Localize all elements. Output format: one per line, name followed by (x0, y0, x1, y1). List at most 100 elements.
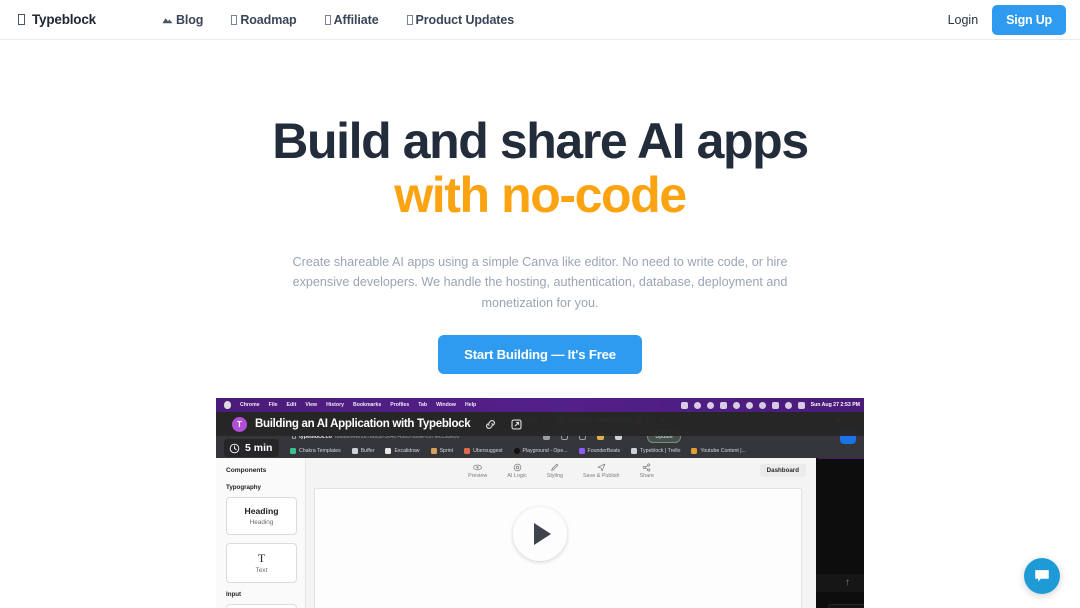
control-center-icon (798, 402, 805, 409)
toolbar-preview[interactable]: Preview (468, 463, 487, 479)
apple-logo-icon (224, 401, 231, 409)
nav-item-affiliate-label: Affiliate (334, 13, 379, 27)
component-card-subtitle: Heading (231, 519, 292, 526)
volume-icon (733, 402, 740, 409)
bookmark-label: Youtube Content |... (700, 448, 746, 454)
macos-menu-chrome: Chrome (240, 402, 260, 408)
bookmark-item[interactable]: Youtube Content |... (691, 448, 746, 454)
bookmark-item[interactable]: Typeblock | Trello (631, 448, 680, 454)
nav-item-roadmap[interactable]: Roadmap (217, 13, 310, 27)
nav-actions: Login Sign Up (948, 0, 1066, 40)
share-icon (642, 463, 651, 472)
macos-menu-edit: Edit (287, 402, 297, 408)
clock-status-icon (759, 402, 766, 409)
play-button[interactable] (513, 507, 567, 561)
headline-line-2: with no-code (0, 168, 1080, 222)
bookmark-label: Typeblock | Trello (640, 448, 680, 454)
nav-item-product-updates-label: Product Updates (416, 13, 515, 27)
text-tool-icon: T (231, 552, 292, 564)
sidebar-section-input: Input (226, 591, 297, 598)
macos-menu-file: File (269, 402, 278, 408)
brand-name: Typeblock (32, 12, 96, 27)
app-toolbar: Preview AI Logic (306, 458, 816, 484)
macos-menu-view: View (305, 402, 317, 408)
bookmark-item[interactable]: FounderBeats (579, 448, 621, 454)
avatar: T (232, 417, 247, 432)
brand-logo-icon (18, 14, 25, 25)
open-external-icon[interactable] (510, 418, 523, 431)
signup-button[interactable]: Sign Up (992, 5, 1066, 35)
bookmark-label: Buffer (361, 448, 375, 454)
start-building-button[interactable]: Start Building — It's Free (438, 335, 642, 374)
macos-menu-bookmarks: Bookmarks (353, 402, 381, 408)
clock-icon (229, 443, 240, 454)
screen-record-icon (681, 402, 688, 409)
headline-line-1: Build and share AI apps (272, 113, 808, 169)
sidebar-section-typography: Typography (226, 484, 297, 491)
nav-item-blog-label: Blog (176, 13, 203, 27)
link-icon[interactable] (484, 418, 497, 431)
bookmark-label: Sprint (440, 448, 454, 454)
bookmark-item[interactable]: Excalidraw (385, 448, 419, 454)
gear-icon (513, 463, 522, 472)
video-title: Building an AI Application with Typebloc… (255, 418, 470, 430)
cta-container: Start Building — It's Free (0, 335, 1080, 374)
favicon-icon (352, 448, 358, 454)
bookmark-label: Playground - Ope... (523, 448, 568, 454)
bookmark-item[interactable]: Playground - Ope... (514, 448, 568, 454)
bookmark-item[interactable]: Chakra Templates (290, 448, 341, 454)
bookmark-item[interactable]: Sprint (431, 448, 454, 454)
toolbar-ai-logic[interactable]: AI Logic (507, 463, 526, 479)
spotlight-search-icon (785, 402, 792, 409)
toolbar-save-publish[interactable]: Save & Publish (583, 463, 620, 479)
chat-bubble-icon (1033, 567, 1051, 585)
nav-item-affiliate[interactable]: Affiliate (311, 13, 393, 27)
favicon-icon (290, 448, 296, 454)
demo-video-player[interactable]: Chrome File Edit View History Bookmarks … (216, 398, 864, 608)
macos-menu-tab: Tab (418, 402, 427, 408)
login-link[interactable]: Login (948, 13, 979, 27)
favicon-icon (385, 448, 391, 454)
macos-menus: Chrome File Edit View History Bookmarks … (224, 401, 476, 409)
toolbar-styling-label: Styling (547, 473, 563, 479)
toolbar-preview-label: Preview (468, 473, 487, 479)
favicon-icon (579, 448, 585, 454)
page-title: Build and share AI apps with no-code (0, 114, 1080, 222)
brand-logo[interactable]: Typeblock (18, 12, 96, 27)
image-icon (162, 15, 173, 25)
arrow-up-icon[interactable]: ↑ (845, 577, 850, 588)
video-duration-badge: 5 min (224, 439, 279, 457)
keyboard-icon (720, 402, 727, 409)
battery-icon (772, 402, 779, 409)
bookmark-label: Excalidraw (394, 448, 419, 454)
brush-icon (550, 463, 559, 472)
glyph-box-icon (325, 15, 331, 25)
glyph-box-icon (231, 15, 237, 25)
toolbar-ai-logic-label: AI Logic (507, 473, 526, 479)
bookmark-item[interactable]: Ubersuggest (464, 448, 502, 454)
favicon-icon (464, 448, 470, 454)
nav-item-product-updates[interactable]: Product Updates (393, 13, 529, 27)
toolbar-styling[interactable]: Styling (547, 463, 563, 479)
video-actions (484, 418, 523, 431)
chat-support-button[interactable] (1024, 558, 1060, 594)
component-card-heading[interactable]: Heading Heading (226, 497, 297, 535)
bookmark-item[interactable]: Buffer (352, 448, 375, 454)
bookmark-label: FounderBeats (588, 448, 621, 454)
video-duration-label: 5 min (245, 442, 272, 454)
bluetooth-icon (694, 402, 701, 409)
macos-menu-profiles: Profiles (390, 402, 409, 408)
editor-toolbar-row (816, 574, 864, 592)
nav-links: Blog Roadmap Affiliate Product Updates (148, 13, 528, 27)
dropbox-icon (707, 402, 714, 409)
nav-item-blog[interactable]: Blog (148, 13, 217, 27)
sidebar-title: Components (226, 467, 297, 474)
component-card-input[interactable] (226, 604, 297, 608)
dashboard-button[interactable]: Dashboard (760, 464, 806, 477)
component-card-text[interactable]: T Text (226, 543, 297, 583)
eye-icon (473, 463, 482, 472)
toolbar-share[interactable]: Share (640, 463, 654, 479)
hero-subtitle: Create shareable AI apps using a simple … (285, 252, 795, 313)
macos-menu-bar: Chrome File Edit View History Bookmarks … (216, 398, 864, 412)
macos-clock: Sun Aug 27 2:53 PM (811, 402, 860, 408)
